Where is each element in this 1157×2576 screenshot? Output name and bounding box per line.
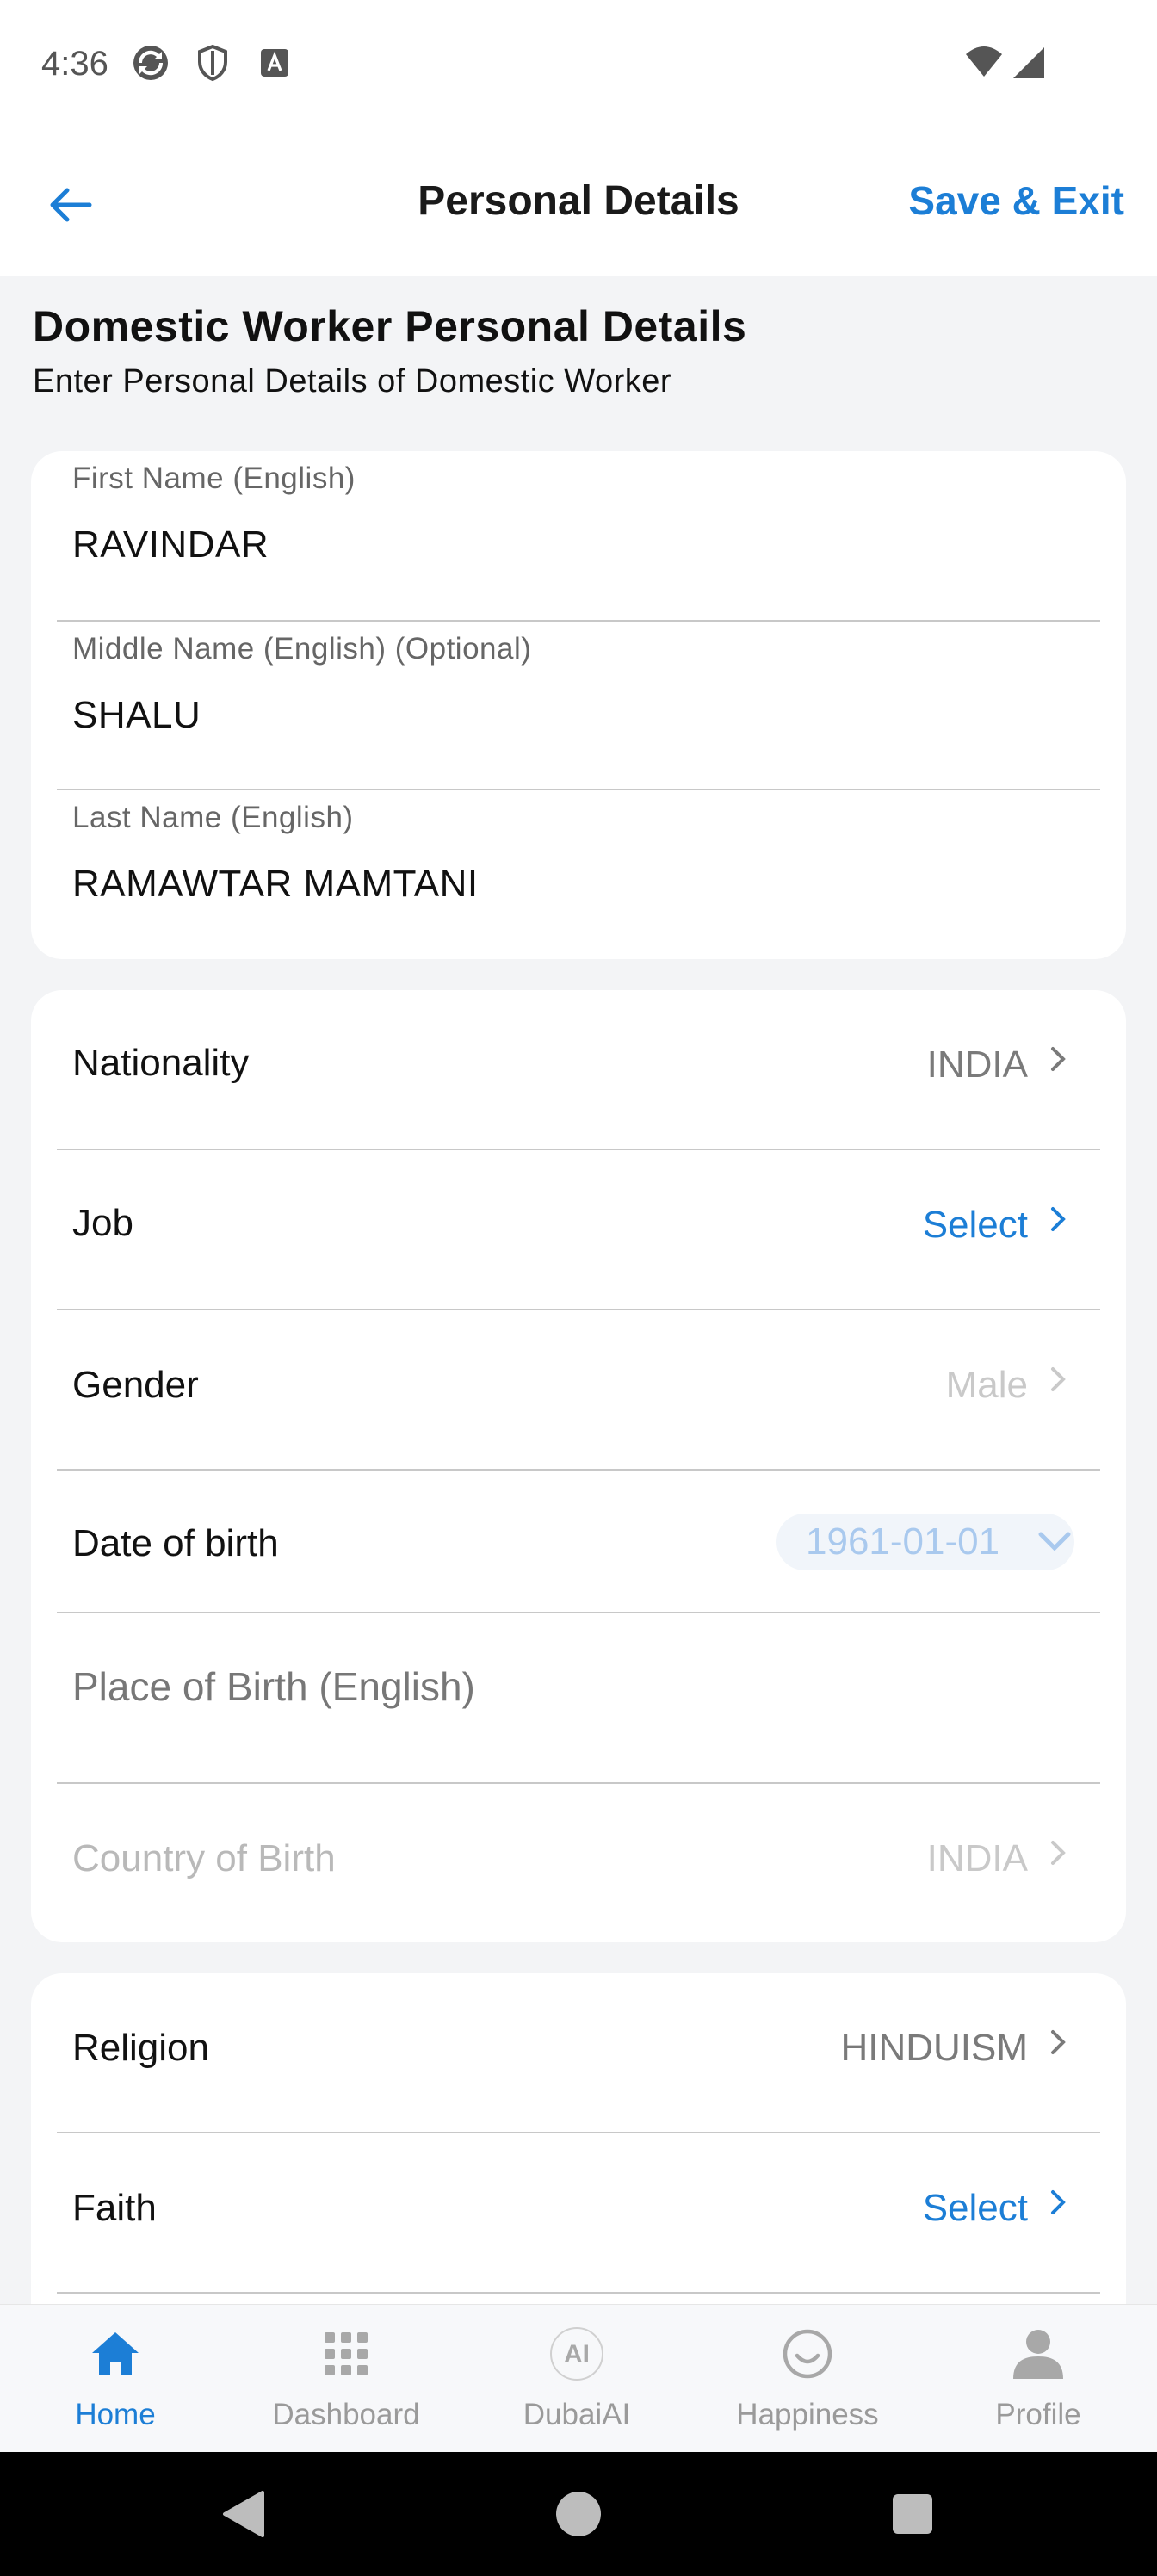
faith-value: Select	[922, 2187, 1028, 2229]
home-icon	[0, 2324, 231, 2384]
chevron-right-icon	[1045, 2025, 1071, 2059]
place-of-birth-row	[31, 1613, 1126, 1782]
religion-value: HINDUISM	[840, 2027, 1028, 2069]
nav-happiness[interactable]: Happiness	[692, 2305, 923, 2453]
faith-row[interactable]: Faith Select	[31, 2133, 1126, 2292]
religion-label: Religion	[72, 2027, 209, 2069]
square-recents-icon	[893, 2494, 932, 2534]
chevron-right-icon	[1045, 1202, 1071, 1236]
country-of-birth-row[interactable]: Country of Birth INDIA	[31, 1784, 1126, 1942]
middle-name-label: Middle Name (English) (Optional)	[72, 632, 532, 666]
first-name-field[interactable]: First Name (English) RAVINDAR	[31, 451, 1126, 620]
status-icons-left	[131, 43, 294, 83]
date-of-birth-label: Date of birth	[72, 1522, 279, 1564]
date-of-birth-picker[interactable]: 1961-01-01	[776, 1514, 1074, 1570]
section-subtitle: Enter Personal Details of Domestic Worke…	[33, 363, 672, 399]
system-nav-bar	[0, 2452, 1157, 2576]
status-icons-right	[964, 43, 1049, 83]
names-card: First Name (English) RAVINDAR Middle Nam…	[31, 451, 1126, 959]
personal-details-screen: 4:36 Personal Details Save & Exit Domest…	[0, 0, 1157, 2576]
grid-icon	[231, 2324, 461, 2384]
smile-icon	[692, 2324, 923, 2384]
chevron-right-icon	[1045, 2185, 1071, 2220]
nationality-value: INDIA	[926, 1043, 1028, 1086]
system-home-button[interactable]	[551, 2486, 606, 2542]
job-row[interactable]: Job Select	[31, 1150, 1126, 1309]
chevron-down-icon	[1035, 1522, 1074, 1562]
job-label: Job	[72, 1202, 133, 1244]
app-header: Personal Details Save & Exit	[0, 129, 1157, 276]
religion-card: Religion HINDUISM Faith Select	[31, 1973, 1126, 2335]
middle-name-field[interactable]: Middle Name (English) (Optional) SHALU	[31, 622, 1126, 790]
nav-dashboard[interactable]: Dashboard	[231, 2305, 461, 2453]
divider	[57, 2292, 1100, 2294]
nav-happiness-label: Happiness	[736, 2398, 879, 2431]
triangle-back-icon	[223, 2491, 264, 2537]
date-of-birth-value: 1961-01-01	[806, 1520, 1000, 1563]
job-value: Select	[922, 1204, 1028, 1246]
faith-label: Faith	[72, 2187, 157, 2229]
gender-row[interactable]: Gender Male	[31, 1310, 1126, 1469]
chevron-right-icon	[1045, 1836, 1071, 1870]
signal-icon	[1009, 43, 1049, 83]
bottom-nav: Home Dashboard AI DubaiAI Happiness Prof…	[0, 2304, 1157, 2452]
nav-dubaiai[interactable]: AI DubaiAI	[461, 2305, 692, 2453]
last-name-field[interactable]: Last Name (English) RAMAWTAR MAMTANI	[31, 790, 1126, 959]
system-recents-button[interactable]	[885, 2486, 940, 2542]
wifi-icon	[964, 43, 1004, 83]
nav-dubaiai-label: DubaiAI	[523, 2398, 631, 2431]
nav-dashboard-label: Dashboard	[272, 2398, 420, 2431]
system-back-button[interactable]	[215, 2486, 270, 2542]
person-icon	[923, 2324, 1154, 2384]
gender-value: Male	[945, 1364, 1028, 1406]
religion-row[interactable]: Religion HINDUISM	[31, 1973, 1126, 2132]
nationality-row[interactable]: Nationality INDIA	[31, 990, 1126, 1149]
country-of-birth-value: INDIA	[926, 1837, 1028, 1879]
circle-home-icon	[556, 2492, 601, 2536]
date-of-birth-row: Date of birth 1961-01-01	[31, 1471, 1126, 1612]
last-name-label: Last Name (English)	[72, 801, 354, 834]
svg-text:AI: AI	[564, 2340, 590, 2369]
place-of-birth-input[interactable]	[72, 1656, 1080, 1717]
first-name-label: First Name (English)	[72, 461, 356, 495]
shield-icon	[193, 43, 232, 83]
details-card: Nationality INDIA Job Select Gender Male…	[31, 990, 1126, 1942]
country-of-birth-label: Country of Birth	[72, 1837, 336, 1879]
nav-profile-label: Profile	[995, 2398, 1081, 2431]
section-title: Domestic Worker Personal Details	[33, 302, 747, 350]
last-name-value[interactable]: RAMAWTAR MAMTANI	[72, 863, 479, 906]
status-bar: 4:36	[0, 0, 1157, 129]
nav-profile[interactable]: Profile	[923, 2305, 1154, 2453]
chevron-right-icon	[1045, 1362, 1071, 1396]
save-exit-button[interactable]: Save & Exit	[908, 177, 1124, 224]
nav-home-label: Home	[75, 2398, 156, 2431]
middle-name-value[interactable]: SHALU	[72, 694, 201, 737]
nav-home[interactable]: Home	[0, 2305, 231, 2453]
nationality-label: Nationality	[72, 1042, 250, 1084]
ai-icon: AI	[461, 2324, 692, 2384]
status-time: 4:36	[41, 45, 108, 83]
sync-icon	[131, 43, 170, 83]
font-a-icon	[255, 43, 294, 83]
gender-label: Gender	[72, 1364, 199, 1406]
first-name-value[interactable]: RAVINDAR	[72, 523, 269, 567]
chevron-right-icon	[1045, 1042, 1071, 1076]
